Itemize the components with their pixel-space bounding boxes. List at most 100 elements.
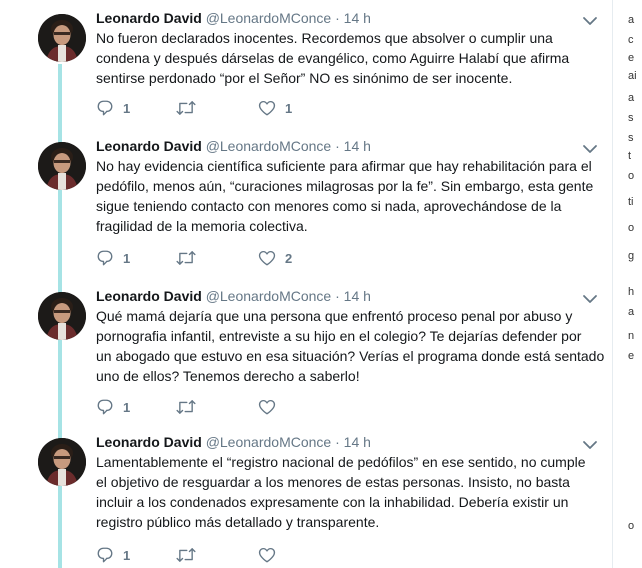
avatar[interactable] [38, 438, 86, 486]
clipped-text-fragment: n [628, 330, 635, 342]
chevron-down-icon[interactable] [582, 142, 598, 154]
replie-count: 1 [123, 547, 131, 563]
tweet-content: Leonardo David @LeonardoMConce · 14 h No … [96, 8, 596, 88]
retweet-icon [176, 398, 196, 416]
tweet-text-line: No fueron declarados inocentes. Recordem… [96, 30, 553, 46]
clipped-text-fragment: c [628, 34, 634, 46]
like-count: 1 [285, 100, 293, 116]
tweet-content: Leonardo David @LeonardoMConce · 14 h Qué… [96, 286, 604, 386]
retweet-button[interactable] [176, 98, 205, 118]
clipped-text-fragment: g [628, 250, 635, 262]
reply-button[interactable]: 1 [96, 397, 130, 417]
tweet-text-line: incluir a los condenados expresamente co… [96, 494, 569, 510]
tweet-text: Lamentablemente el “registro nacional de… [96, 452, 596, 532]
chevron-down-icon[interactable] [582, 438, 598, 450]
author-handle[interactable]: @LeonardoMConce [206, 288, 332, 304]
author-name[interactable]: Leonardo David [96, 10, 202, 26]
like-button[interactable]: 2 [258, 248, 292, 268]
tweet-timestamp[interactable]: 14 h [344, 288, 371, 304]
retweet-icon [176, 99, 196, 117]
tweet-text: Qué mamá dejaría que una persona que enf… [96, 306, 604, 386]
tweet-text-line: sigue teniendo contacto con menores como… [96, 198, 562, 214]
like-button[interactable]: 1 [258, 98, 292, 118]
avatar[interactable] [38, 142, 86, 190]
tweet-text: No fueron declarados inocentes. Recordem… [96, 28, 596, 88]
tweet-content: Leonardo David @LeonardoMConce · 14 h Lam… [96, 432, 596, 532]
clipped-text-fragment: s [628, 112, 634, 124]
clipped-text-fragment: o [628, 520, 635, 532]
tweet-timestamp[interactable]: 14 h [344, 434, 371, 450]
tweet-text-line: condena y después dárselas de evangélico… [96, 50, 570, 66]
reply-icon [96, 398, 114, 416]
retweet-icon [176, 546, 196, 564]
clipped-text-fragment: h [628, 286, 635, 298]
tweet-text-line: registro público más detallado y transpa… [96, 514, 380, 530]
separator-dot: · [335, 10, 340, 26]
chevron-down-icon[interactable] [582, 14, 598, 26]
avatar[interactable] [38, 292, 86, 340]
heart-icon [258, 249, 276, 267]
retweet-icon [176, 249, 196, 267]
tweet-text-line: pedófilo, menos aún, “curaciones milagro… [96, 178, 594, 194]
replie-count: 1 [123, 100, 131, 116]
tweet-thread: Leonardo David @LeonardoMConce · 14 h No … [0, 0, 612, 568]
heart-icon [258, 99, 276, 117]
tweet-text-line: pornografia infantil, entreviste a su hi… [96, 328, 582, 344]
clipped-text-fragment: e [628, 52, 635, 64]
clipped-text-fragment: a [628, 306, 635, 318]
author-handle[interactable]: @LeonardoMConce [206, 138, 332, 154]
separator-dot: · [335, 288, 340, 304]
tweet-action-bar: 1 [96, 397, 356, 417]
tweet-timestamp[interactable]: 14 h [344, 10, 371, 26]
like-button[interactable] [258, 397, 285, 417]
tweet-text-line: Qué mamá dejaría que una persona que enf… [96, 308, 573, 324]
tweet-action-bar: 11 [96, 98, 356, 118]
tweet-timestamp[interactable]: 14 h [344, 138, 371, 154]
separator-dot: · [335, 138, 340, 154]
reply-button[interactable]: 1 [96, 545, 130, 565]
tweet-text: No hay evidencia científica suficiente p… [96, 156, 596, 236]
tweet-header: Leonardo David @LeonardoMConce · 14 h [96, 8, 596, 28]
reply-icon [96, 546, 114, 564]
tweet-text-line: el objetivo de resguardar a los menores … [96, 474, 570, 490]
separator-dot: · [335, 434, 340, 450]
avatar[interactable] [38, 14, 86, 62]
clipped-text-fragment: e [628, 350, 635, 362]
clipped-text-fragment: a [628, 92, 635, 104]
tweet-header: Leonardo David @LeonardoMConce · 14 h [96, 136, 596, 156]
author-handle[interactable]: @LeonardoMConce [206, 10, 332, 26]
clipped-text-fragment: a [628, 14, 635, 26]
right-column-clipped-text: a c e ai a s s t o ti o g h a n e o [616, 0, 638, 568]
tweet-header: Leonardo David @LeonardoMConce · 14 h [96, 286, 596, 306]
tweet-text-line: Lamentablemente el “registro nacional de… [96, 454, 586, 470]
heart-icon [258, 546, 276, 564]
like-count: 2 [285, 250, 293, 266]
tweet-action-bar: 1 [96, 545, 356, 565]
author-handle[interactable]: @LeonardoMConce [206, 434, 332, 450]
tweet-content: Leonardo David @LeonardoMConce · 14 h No … [96, 136, 596, 236]
heart-icon [258, 398, 276, 416]
retweet-button[interactable] [176, 248, 205, 268]
tweet-header: Leonardo David @LeonardoMConce · 14 h [96, 432, 596, 452]
author-name[interactable]: Leonardo David [96, 288, 202, 304]
retweet-button[interactable] [176, 545, 205, 565]
reply-button[interactable]: 1 [96, 98, 130, 118]
clipped-text-fragment: t [628, 150, 632, 162]
like-button[interactable] [258, 545, 285, 565]
author-name[interactable]: Leonardo David [96, 138, 202, 154]
clipped-text-fragment: s [628, 132, 634, 144]
tweet-action-bar: 12 [96, 248, 356, 268]
author-name[interactable]: Leonardo David [96, 434, 202, 450]
reply-icon [96, 249, 114, 267]
replie-count: 1 [123, 250, 131, 266]
chevron-down-icon[interactable] [582, 292, 598, 304]
clipped-text-fragment: o [628, 222, 635, 234]
reply-button[interactable]: 1 [96, 248, 130, 268]
tweet-text-line: fragilidad de la memoria colectiva. [96, 218, 308, 234]
replie-count: 1 [123, 399, 131, 415]
reply-icon [96, 99, 114, 117]
clipped-text-fragment: ai [628, 70, 637, 82]
clipped-text-fragment: o [628, 170, 635, 182]
retweet-button[interactable] [176, 397, 205, 417]
tweet-text-line: uno de ellos? Tenemos derecho a saberlo! [96, 368, 360, 384]
